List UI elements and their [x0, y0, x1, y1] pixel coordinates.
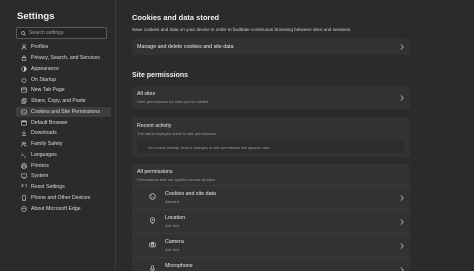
permission-status: Ask first [165, 247, 180, 252]
site-permissions-title: Site permissions [132, 72, 189, 79]
nav-languages[interactable]: Aa Languages [16, 150, 111, 161]
nav-appearance[interactable]: Appearance [16, 64, 111, 75]
settings-title: Settings [17, 11, 55, 22]
permission-title: Camera [165, 239, 184, 245]
recent-activity-empty: No recent activity, recent changes to si… [138, 141, 404, 153]
manage-cookies-card[interactable]: Manage and delete cookies and site data [132, 39, 410, 55]
cookies-icon [21, 109, 27, 115]
sidebar: Settings Profiles Privacy, Search, and S… [0, 0, 116, 271]
nav-printers[interactable]: Printers [16, 160, 111, 171]
search-icon [21, 30, 26, 36]
recent-activity-card: Recent activity The latest changes made … [132, 117, 410, 157]
nav-system[interactable]: System [16, 171, 111, 182]
new-tab-icon [21, 87, 27, 93]
languages-icon: Aa [21, 152, 27, 158]
permission-title: Location [165, 215, 186, 221]
nav-label: New Tab Page [31, 87, 65, 94]
manage-cookies-label: Manage and delete cookies and site data [137, 44, 234, 50]
all-permissions-sub: Permissions that are applied across all … [137, 177, 215, 182]
all-sites-card[interactable]: All sites View permissions for sites you… [132, 86, 410, 109]
nav-label: System [31, 173, 49, 180]
cookies-section-desc: Save cookies and data on your device in … [132, 27, 351, 32]
nav-family-safety[interactable]: Family Safety [16, 139, 111, 150]
download-icon [21, 130, 27, 137]
nav-privacy[interactable]: Privacy, Search, and Services [16, 53, 111, 64]
nav-about-edge[interactable]: About Microsoft Edge [16, 203, 111, 214]
family-icon [21, 141, 27, 147]
search-box[interactable] [16, 27, 107, 39]
nav-reset-settings[interactable]: Reset Settings [16, 182, 111, 193]
all-sites-row[interactable]: All sites View permissions for sites you… [132, 86, 410, 109]
nav-downloads[interactable]: Downloads [16, 128, 111, 139]
nav-label: Languages [31, 151, 57, 158]
nav-label: On Startup [31, 76, 57, 83]
recent-activity-sub: The latest changes made to site permissi… [137, 131, 217, 136]
system-icon [21, 173, 27, 180]
nav-phone-other-devices[interactable]: Phone and Other Devices [16, 193, 111, 204]
profile-icon [21, 44, 27, 51]
permission-row-cookies[interactable]: Cookies and site data Allowed [132, 186, 410, 209]
reset-icon [21, 184, 27, 190]
main-content: Cookies and data stored Save cookies and… [117, 0, 474, 271]
appearance-icon [21, 66, 27, 72]
all-permissions-card: All permissions Permissions that are app… [132, 164, 410, 271]
nav-on-startup[interactable]: On Startup [16, 74, 111, 85]
nav-cookies-site-permissions[interactable]: Cookies and Site Permissions [16, 106, 111, 118]
nav-label: Printers [31, 162, 49, 169]
edge-icon [21, 205, 27, 212]
cookies-section-title: Cookies and data stored [132, 13, 220, 22]
svg-text:a: a [24, 154, 26, 158]
nav-label: Reset Settings [31, 184, 65, 191]
all-permissions-title: All permissions [137, 169, 173, 175]
power-icon [21, 77, 27, 83]
nav-profiles[interactable]: Profiles [16, 42, 111, 53]
permission-row-camera[interactable]: Camera Ask first [132, 234, 410, 257]
permission-row-microphone[interactable]: Microphone [132, 258, 410, 271]
nav-label: Cookies and Site Permissions [31, 108, 100, 115]
nav-label: Privacy, Search, and Services [31, 55, 100, 62]
nav-label: Downloads [31, 130, 57, 137]
cookie-icon [149, 193, 156, 200]
chevron-right-icon [400, 242, 404, 249]
camera-icon [149, 241, 156, 248]
nav-default-browser[interactable]: Default Browser [16, 117, 111, 128]
nav-label: Default Browser [31, 119, 68, 126]
nav-label: Share, Copy, and Paste [31, 98, 86, 105]
chevron-right-icon [400, 194, 404, 201]
browser-icon [21, 120, 27, 126]
chevron-right-icon [400, 94, 404, 101]
chevron-right-icon [400, 218, 404, 225]
printer-icon [21, 162, 27, 169]
chevron-right-icon [400, 266, 404, 271]
share-icon [21, 98, 27, 104]
permission-title: Microphone [165, 263, 193, 269]
microphone-icon [149, 265, 156, 271]
nav-label: Family Safety [31, 141, 63, 148]
permission-row-location[interactable]: Location Ask first [132, 210, 410, 233]
all-sites-sub: View permissions for sites you've visite… [137, 99, 209, 104]
location-icon [149, 217, 156, 224]
lock-icon [21, 55, 27, 61]
chevron-right-icon [400, 44, 404, 50]
recent-activity-title: Recent activity [137, 123, 172, 129]
nav-label: About Microsoft Edge [31, 205, 81, 212]
nav-label: Profiles [31, 44, 49, 51]
phone-icon [21, 195, 27, 201]
nav-new-tab-page[interactable]: New Tab Page [16, 85, 111, 96]
nav-share-copy-paste[interactable]: Share, Copy, and Paste [16, 96, 111, 107]
nav-label: Appearance [31, 65, 59, 72]
manage-cookies-row[interactable]: Manage and delete cookies and site data [132, 39, 410, 55]
permission-status: Allowed [165, 199, 180, 204]
nav-label: Phone and Other Devices [31, 194, 91, 201]
search-input[interactable] [29, 30, 99, 36]
permission-title: Cookies and site data [165, 191, 216, 197]
settings-nav: Profiles Privacy, Search, and Services A… [16, 42, 111, 214]
all-sites-title: All sites [137, 91, 156, 97]
permission-status: Ask first [165, 223, 180, 228]
